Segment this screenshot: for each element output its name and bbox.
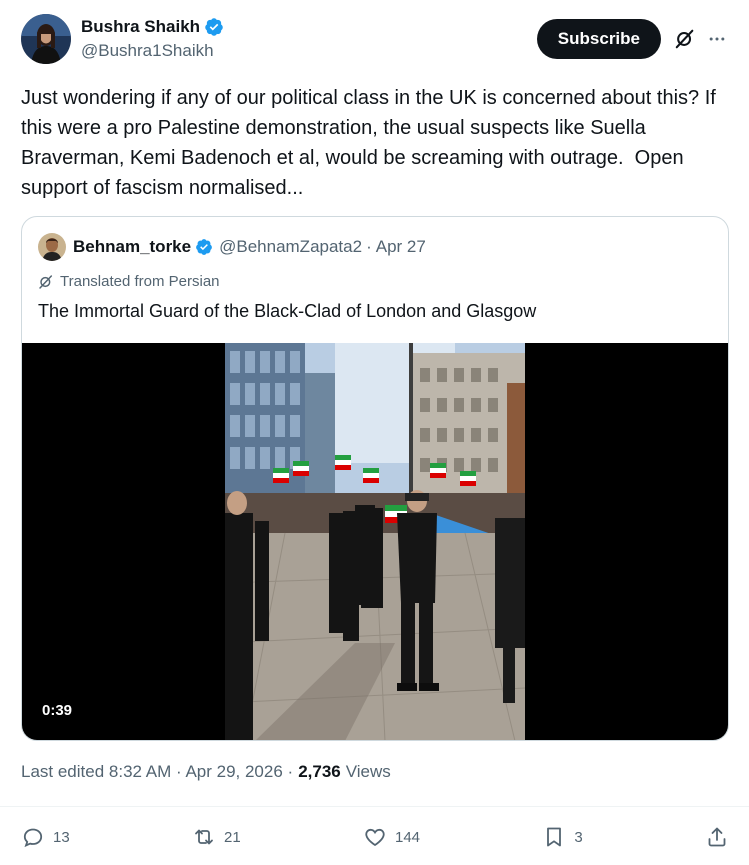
grok-icon[interactable] bbox=[673, 27, 697, 51]
bookmark-icon bbox=[547, 827, 562, 847]
quoted-tweet-header: Behnam_torke @BehnamZapata2 · Apr 27 bbox=[38, 231, 426, 263]
reply-icon bbox=[23, 828, 43, 848]
reply-button[interactable]: 13 bbox=[21, 825, 70, 849]
quoted-date[interactable]: Apr 27 bbox=[376, 237, 426, 257]
author-avatar[interactable] bbox=[21, 14, 71, 64]
tweet-header: Bushra Shaikh @Bushra1Shaikh Subscribe bbox=[21, 14, 729, 64]
heart-icon bbox=[365, 828, 385, 847]
like-count: 144 bbox=[395, 828, 421, 846]
share-button[interactable] bbox=[705, 825, 729, 849]
bookmark-button[interactable]: 3 bbox=[542, 825, 583, 849]
translated-text: Translated from Persian bbox=[60, 273, 220, 290]
quoted-tweet-text: The Immortal Guard of the Black-Clad of … bbox=[38, 301, 537, 321]
action-bar: 13 21 144 3 bbox=[21, 820, 729, 854]
tweet-text: Just wondering if any of our political c… bbox=[21, 87, 722, 199]
video-frame bbox=[225, 343, 525, 740]
repost-icon bbox=[195, 829, 213, 845]
author-handle[interactable]: @Bushra1Shaikh bbox=[81, 40, 224, 62]
views-label: Views bbox=[345, 762, 391, 781]
quoted-author-avatar[interactable] bbox=[38, 233, 66, 261]
subscribe-button[interactable]: Subscribe bbox=[536, 19, 661, 59]
video-player[interactable]: 0:39 bbox=[22, 343, 728, 740]
divider bbox=[0, 806, 749, 807]
quoted-verified-badge-icon bbox=[195, 238, 213, 256]
like-button[interactable]: 144 bbox=[363, 825, 420, 849]
tweet-meta: Last edited 8:32 AM · Apr 29, 2026 · 2,7… bbox=[21, 762, 391, 782]
more-options-icon[interactable] bbox=[705, 27, 729, 51]
translated-label: Translated from Persian bbox=[38, 273, 220, 290]
reply-count: 13 bbox=[53, 828, 70, 846]
share-icon bbox=[708, 827, 726, 847]
author-display-name[interactable]: Bushra Shaikh bbox=[81, 16, 200, 38]
grok-translate-icon bbox=[38, 274, 54, 290]
views-count: 2,736 bbox=[298, 762, 341, 781]
edited-timestamp[interactable]: Last edited 8:32 AM · Apr 29, 2026 · bbox=[21, 762, 293, 782]
repost-count: 21 bbox=[224, 828, 241, 846]
quoted-tweet[interactable]: Behnam_torke @BehnamZapata2 · Apr 27 Tra… bbox=[21, 216, 729, 741]
bookmark-count: 3 bbox=[574, 828, 583, 846]
verified-badge-icon[interactable] bbox=[204, 17, 224, 37]
quoted-separator: · bbox=[366, 237, 372, 256]
repost-button[interactable]: 21 bbox=[192, 825, 241, 849]
quoted-author-display-name[interactable]: Behnam_torke bbox=[73, 237, 191, 257]
video-duration: 0:39 bbox=[38, 700, 77, 721]
quoted-author-handle[interactable]: @BehnamZapata2 bbox=[219, 237, 362, 257]
